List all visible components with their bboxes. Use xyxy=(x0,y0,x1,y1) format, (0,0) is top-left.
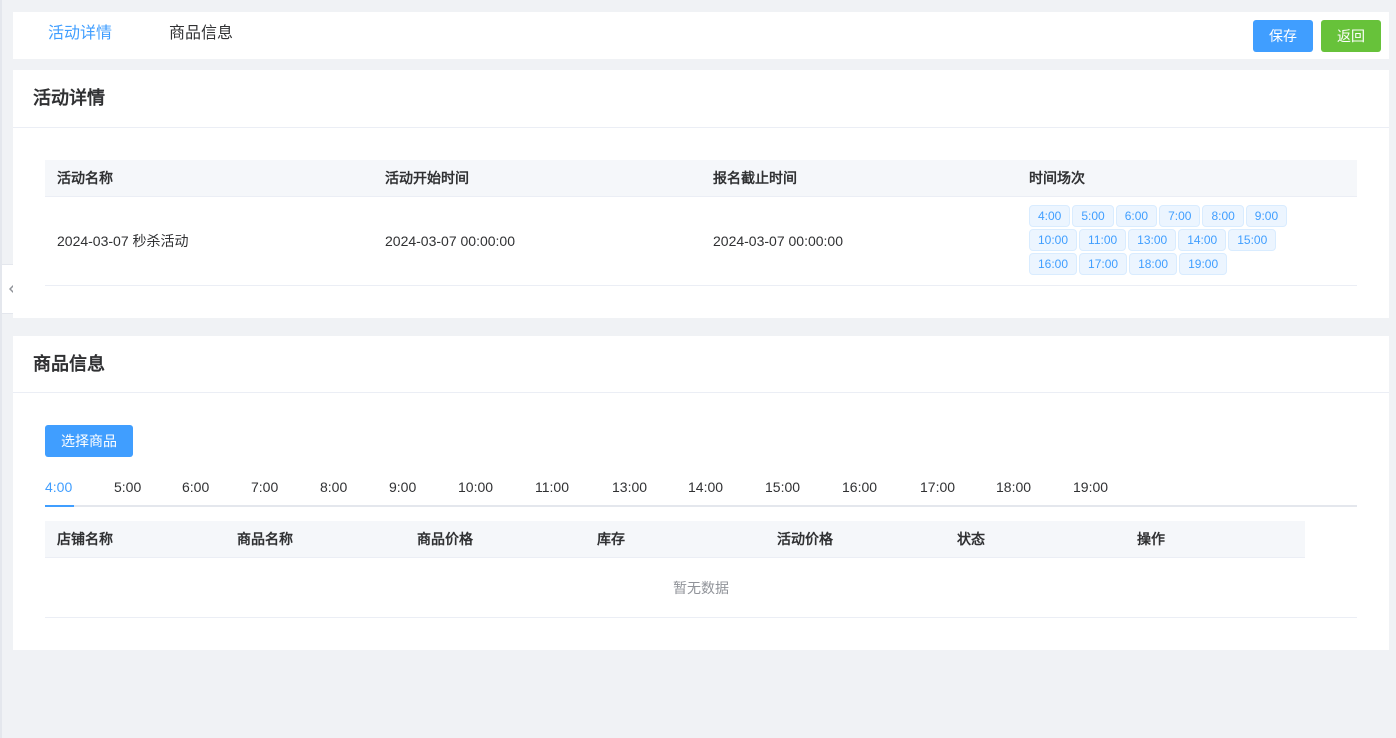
tab-time-slot[interactable]: 14:00 xyxy=(688,473,723,507)
time-slot-tag[interactable]: 8:00 xyxy=(1202,205,1244,227)
time-slots: 4:00 5:00 6:00 7:00 8:00 9:00 10:00 11:00 13:00 1… xyxy=(1029,205,1357,277)
back-button[interactable]: 返回 xyxy=(1321,20,1381,52)
tab-time-slot[interactable]: 8:00 xyxy=(320,473,347,507)
column-header: 操作 xyxy=(1137,531,1165,547)
sidebar-edge xyxy=(0,0,2,738)
tab-time-slot[interactable]: 10:00 xyxy=(458,473,493,507)
column-header: 活动开始时间 xyxy=(385,170,469,186)
tab-time-slot[interactable]: 17:00 xyxy=(920,473,955,507)
column-header: 商品价格 xyxy=(417,531,473,547)
tab-time-slot[interactable]: 9:00 xyxy=(389,473,416,507)
column-header: 库存 xyxy=(597,531,625,547)
column-header: 店铺名称 xyxy=(57,531,113,547)
save-button[interactable]: 保存 xyxy=(1253,20,1313,52)
column-header: 状态 xyxy=(957,531,985,547)
activity-start-time: 2024-03-07 00:00:00 xyxy=(385,233,515,249)
tab-time-slot[interactable]: 13:00 xyxy=(612,473,647,507)
section-title: 活动详情 xyxy=(13,70,1389,128)
column-header: 报名截止时间 xyxy=(713,170,797,186)
table-header: 活动名称 活动开始时间 报名截止时间 时间场次 xyxy=(45,160,1357,197)
time-slot-tag[interactable]: 4:00 xyxy=(1029,205,1071,227)
tab-time-slot[interactable]: 6:00 xyxy=(182,473,209,507)
time-slot-tag[interactable]: 17:00 xyxy=(1079,253,1128,275)
tab-time-slot[interactable]: 19:00 xyxy=(1073,473,1108,507)
time-slot-tag[interactable]: 15:00 xyxy=(1228,229,1277,251)
top-tab-activity-detail[interactable]: 活动详情 xyxy=(48,12,112,59)
table-header: 店铺名称 商品名称 商品价格 库存 活动价格 状态 操作 xyxy=(45,521,1305,558)
time-slot-tag[interactable]: 19:00 xyxy=(1179,253,1228,275)
time-slot-tag[interactable]: 9:00 xyxy=(1245,205,1288,227)
tab-time-slot[interactable]: 5:00 xyxy=(114,473,141,507)
section-title: 商品信息 xyxy=(13,336,1389,393)
tab-time-slot[interactable]: 4:00 xyxy=(45,473,72,507)
select-goods-button[interactable]: 选择商品 xyxy=(45,425,133,457)
activity-detail-card: 活动详情 活动名称 活动开始时间 报名截止时间 时间场次 2024-03-07 … xyxy=(13,70,1389,318)
activity-detail-table: 活动名称 活动开始时间 报名截止时间 时间场次 2024-03-07 秒杀活动 … xyxy=(45,160,1357,286)
goods-info-card: 商品信息 选择商品 4:00 5:00 6:00 7:00 8:00 9:00 10:00 1… xyxy=(13,336,1389,650)
table-row: 2024-03-07 秒杀活动 2024-03-07 00:00:00 2024… xyxy=(45,197,1357,286)
column-header: 时间场次 xyxy=(1029,170,1085,186)
time-slot-tag[interactable]: 14:00 xyxy=(1178,229,1227,251)
goods-table: 店铺名称 商品名称 商品价格 库存 活动价格 状态 操作 暂无数据 xyxy=(45,521,1357,618)
column-header: 活动价格 xyxy=(777,531,833,547)
time-slot-tag[interactable]: 6:00 xyxy=(1115,205,1158,227)
time-slot-tabs: 4:00 5:00 6:00 7:00 8:00 9:00 10:00 11:00 13:00 1… xyxy=(45,473,1357,507)
time-slot-tag[interactable]: 5:00 xyxy=(1072,205,1114,227)
tab-time-slot[interactable]: 7:00 xyxy=(251,473,278,507)
top-tab-goods-info[interactable]: 商品信息 xyxy=(169,12,233,59)
top-bar: 活动详情 商品信息 保存 返回 xyxy=(13,12,1389,59)
registration-deadline: 2024-03-07 00:00:00 xyxy=(713,233,843,249)
activity-name: 2024-03-07 秒杀活动 xyxy=(57,233,189,249)
time-slot-tag[interactable]: 10:00 xyxy=(1029,229,1078,251)
column-header: 商品名称 xyxy=(237,531,293,547)
tab-time-slot[interactable]: 11:00 xyxy=(535,473,569,507)
time-slot-tag[interactable]: 7:00 xyxy=(1159,205,1201,227)
tab-time-slot[interactable]: 18:00 xyxy=(996,473,1031,507)
empty-state: 暂无数据 xyxy=(45,558,1357,618)
time-slot-tag[interactable]: 11:00 xyxy=(1079,229,1127,251)
time-slot-tag[interactable]: 16:00 xyxy=(1029,253,1078,275)
time-slot-tags: 4:00 5:00 6:00 7:00 8:00 9:00 10:00 11:00 13:00 1… xyxy=(1029,205,1349,277)
time-slot-tag[interactable]: 18:00 xyxy=(1129,253,1178,275)
column-header: 活动名称 xyxy=(57,170,113,186)
tab-time-slot[interactable]: 16:00 xyxy=(842,473,877,507)
tab-time-slot[interactable]: 15:00 xyxy=(765,473,800,507)
time-slot-tag[interactable]: 13:00 xyxy=(1128,229,1177,251)
